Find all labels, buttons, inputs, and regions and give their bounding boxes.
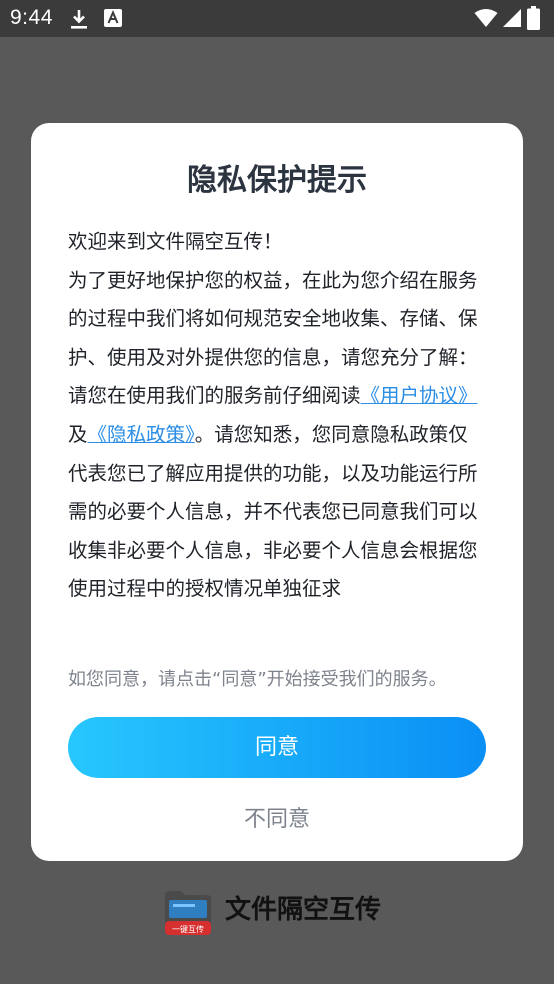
welcome-text: 欢迎来到文件隔空互传！ — [68, 230, 283, 253]
status-time: 9:44 — [10, 6, 53, 29]
privacy-policy-link[interactable]: 《隐私政策》 — [88, 423, 195, 446]
user-agreement-link[interactable]: 《用户协议》 — [361, 384, 478, 407]
app-brand-name: 文件隔空互传 — [225, 895, 382, 925]
status-bar: 9:44 — [0, 0, 554, 37]
disagree-button[interactable]: 不同意 — [177, 798, 377, 842]
battery-icon — [527, 6, 540, 30]
logo-text: 一键互传 — [172, 924, 204, 934]
download-icon — [71, 10, 87, 29]
paragraph-2-prefix: 请您在使用我们的服务前仔细阅读 — [68, 384, 361, 408]
dialog-body[interactable]: 欢迎来到文件隔空互传！ 为了更好地保护您的权益，在此为您介绍在服务的过程中我们将… — [68, 223, 486, 643]
signal-icon — [503, 9, 521, 27]
privacy-dialog: 隐私保护提示 欢迎来到文件隔空互传！ 为了更好地保护您的权益，在此为您介绍在服务… — [31, 123, 523, 861]
dialog-title: 隐私保护提示 — [187, 163, 367, 198]
app-logo-icon: 一键互传 — [165, 891, 211, 935]
privacy-paragraph-1: 为了更好地保护您的权益，在此为您介绍在服务的过程中我们将如何规范安全地收集、存储… — [68, 268, 478, 369]
paragraph-2-suffix: 。请您知悉，您同意隐私政策仅代表您已了解应用提供的功能，以及功能运行所需的必要个… — [68, 422, 478, 601]
agree-button[interactable]: 同意 — [68, 717, 486, 778]
privacy-paragraph-2: 请您在使用我们的服务前仔细阅读《用户协议》及《隐私政策》。请您知悉，您同意隐私政… — [68, 377, 486, 609]
wifi-icon — [474, 9, 498, 27]
consent-note: 如您同意，请点击“同意”开始接受我们的服务。 — [68, 669, 447, 690]
text-a-icon — [104, 9, 122, 27]
and-text: 及 — [68, 422, 88, 446]
